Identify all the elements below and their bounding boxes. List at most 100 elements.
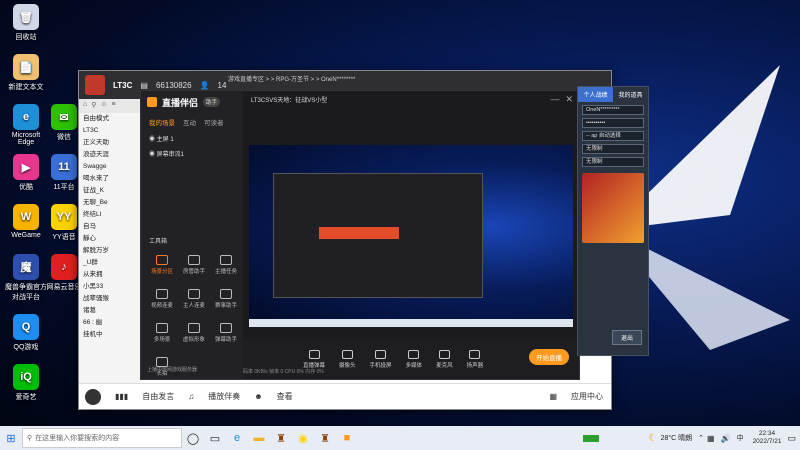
channel-tree-item[interactable]: LT3C [79,125,141,137]
taskbar-search[interactable]: ⚲ 在这里输入你要搜索的内容 [22,428,182,448]
toolbox-item[interactable]: 虚拟形象 [179,323,209,343]
toolbox-item[interactable]: 场景分区 [147,255,177,275]
song-button[interactable]: 播放伴奏 [208,391,240,402]
list-icon[interactable]: ≡ [112,101,116,111]
toolbox-item[interactable]: 多场景 [147,323,177,343]
panel-tabs: 个人战绩 我的道具 [578,87,648,102]
volume-icon[interactable]: ▮▮▮ [115,392,128,401]
notification-icon[interactable]: ▭ [787,433,796,444]
broadcast-tool-button[interactable]: 直播弹幕 [303,349,325,369]
broadcast-tool-icon [341,349,353,359]
volume-tray-icon[interactable]: 🔊 [721,434,731,443]
scene-item[interactable]: ◉ 屏幕串流1 [141,146,243,161]
channel-title: LT3C [113,80,133,90]
search-icon: ⚲ [27,435,33,442]
desktop-icon[interactable]: 🗑 回收站 [4,4,48,42]
scene-item[interactable]: ◉ 主屏 1 [141,131,243,146]
broadcast-tool-button[interactable]: 摄像头 [339,349,356,369]
edge-icon[interactable]: e [226,426,248,450]
toolbox-item[interactable]: 视频连麦 [147,289,177,309]
yy-icon[interactable]: ◉ [292,426,314,450]
zb-tab[interactable]: 我的场景 [149,117,175,127]
eye-icon[interactable]: ◉ [149,152,157,158]
task-multi-icon[interactable]: ▭ [204,426,226,450]
channel-tree[interactable]: 自由模式 LT3C 正义天助 浪迹天涯 Swagge 喝水来了 征战_K 无聊_Be 终结LI 自… [79,113,141,383]
location-icon[interactable]: ⚲ [91,101,96,111]
panel-field[interactable]: •••••••••• [582,118,644,128]
toolbox-item[interactable]: 主人连麦 [179,289,209,309]
network-icon[interactable]: ▦ [707,434,715,443]
broadcast-tool-button[interactable]: 手机投屏 [370,349,392,369]
live-companion-window[interactable]: 直播伴侣 助手 我的场景 互动 可读者 ◉ 主屏 1 ◉ 屏幕串流1 工具箱 场景分区… [140,90,580,380]
broadcast-tool-button[interactable]: 多媒体 [406,349,422,369]
channel-tree-item[interactable]: 66 : 幽 [79,317,141,329]
zb-close-icon[interactable]: ✕ [565,94,573,105]
explorer-icon[interactable]: ▬ [248,426,270,450]
mic-icon[interactable] [85,388,101,405]
desktop-icon[interactable]: 📄 新建文本文 [4,54,48,92]
exit-button[interactable]: 退出 [611,330,642,345]
yy-avatar[interactable] [85,75,105,95]
chat-button[interactable]: 查看 [277,391,293,402]
user-icon[interactable]: ☺ [100,101,107,111]
channel-tree-item[interactable]: 解脱万岁 [79,245,141,257]
scene-label: 主屏 1 [156,137,174,143]
channel-tree-item[interactable]: 无聊_Be [79,197,141,209]
app-center-button[interactable]: 应用中心 [571,391,603,402]
channel-tree-item[interactable]: 自由模式 [79,113,141,125]
start-live-button[interactable]: 开始直播 [529,349,569,365]
channel-tree-item[interactable]: 战辈骚猴 [79,293,141,305]
panel-field[interactable]: 无限制 [582,144,644,154]
zb-tab[interactable]: 互动 [183,117,196,127]
free-mic-label[interactable]: 自由发言 [142,391,174,402]
yy-bottom-bar: ▮▮▮ 自由发言 ♫ 播放伴奏 ☻ 查看 ▦ 应用中心 [79,383,611,409]
app-icon-1[interactable]: ♜ [270,426,292,450]
panel-field[interactable]: -- ap 自动选择 [582,131,644,141]
channel-tree-item[interactable]: 小黑33 [79,281,141,293]
channel-tree-item[interactable]: 终结LI [79,209,141,221]
toolbox-item[interactable]: 赛事助手 [211,289,241,309]
home-icon[interactable]: ⌂ [83,101,87,111]
channel-tree-item[interactable]: 喝水来了 [79,173,141,185]
windows-start-icon[interactable]: ⊞ [0,426,22,450]
desktop-icon[interactable]: Q QQ游戏 [4,314,48,352]
zb-tab[interactable]: 可读者 [204,117,224,127]
channel-tree-item[interactable]: 征战_K [79,185,141,197]
tool-icon [156,255,168,265]
panel-tab[interactable]: 我的道具 [613,87,648,102]
broadcast-tool-label: 麦克风 [436,362,453,369]
broadcast-tool-button[interactable]: 麦克风 [436,349,453,369]
broadcast-tool-button[interactable]: 扬声器 [467,349,483,369]
app-icon-2[interactable]: ♜ [314,426,336,450]
eye-icon[interactable]: ◉ [149,137,157,143]
clock[interactable]: 22:34 2022/7/21 [753,430,782,446]
battle-panel[interactable]: 个人战绩 我的道具 OneN********* •••••••••• -- ap 自动… [577,86,649,356]
app-icon: 魔 [13,254,39,280]
panel-field[interactable]: 无限制 [582,157,644,167]
channel-tree-item[interactable]: 自马 [79,221,141,233]
channel-tree-item[interactable]: Swagge [79,161,141,173]
channel-tree-item[interactable]: _U群 [79,257,141,269]
desktop-icon[interactable]: iQ 爱奇艺 [4,364,48,402]
toolbox-item[interactable]: 弹幕助手 [211,323,241,343]
channel-tree-item[interactable]: 浪迹天涯 [79,149,141,161]
zb-minimize-icon[interactable]: — [550,94,559,104]
broadcast-tool-icon [375,349,387,359]
battery-icon[interactable] [582,434,599,442]
channel-tree-item[interactable]: 挂机中 [79,329,141,341]
task-view-icon[interactable]: ◯ [182,426,204,450]
channel-tree-item[interactable]: 诸葛 [79,305,141,317]
panel-field[interactable]: OneN********* [582,105,644,115]
channel-tree-item[interactable]: 正义天助 [79,137,141,149]
zb-badge[interactable]: 助手 [203,97,221,107]
channel-tree-item[interactable]: 靜心 [79,233,141,245]
scene-list[interactable]: ◉ 主屏 1 ◉ 屏幕串流1 [141,131,243,161]
user-count-icon: 👤 [199,80,210,90]
live-icon[interactable]: ■ [336,426,358,450]
ime-language[interactable]: 中 [737,433,744,443]
toolbox-item[interactable]: 房管助手 [179,255,209,275]
toolbox-item[interactable]: 主播任务 [211,255,241,275]
channel-tree-item[interactable]: 从来拥 [79,269,141,281]
tray-arrow-icon[interactable]: ⌃ [698,434,704,442]
panel-tab[interactable]: 个人战绩 [578,87,613,102]
